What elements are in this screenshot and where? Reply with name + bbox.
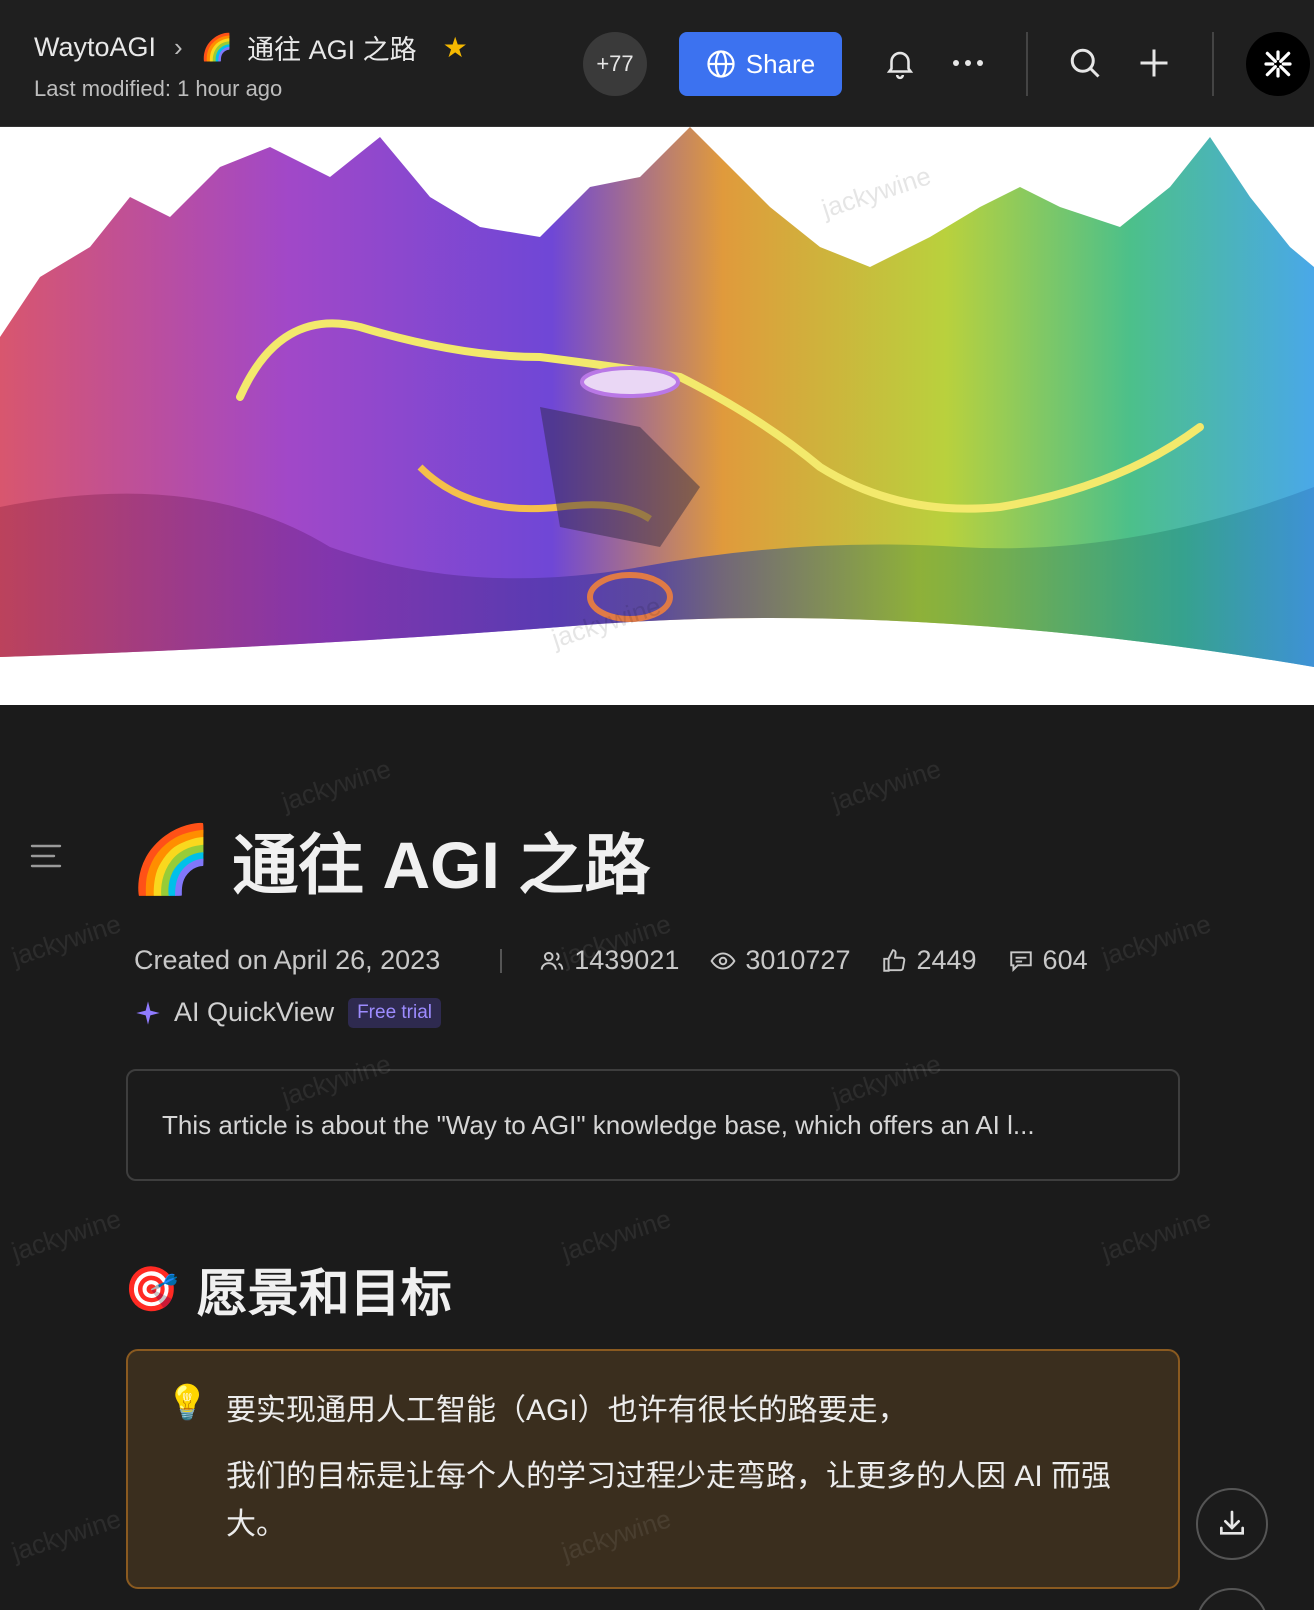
section-heading: 🎯 愿景和目标 xyxy=(124,1252,452,1326)
cover-image: jackywine jackywine xyxy=(0,127,1314,705)
more-icon[interactable] xyxy=(943,38,993,88)
breadcrumb: WaytoAGI › 🌈 通往 AGI 之路 ★ xyxy=(34,28,468,67)
callout-line: 我们的目标是让每个人的学习过程少走弯路，让更多的人因 AI 而强大。 xyxy=(226,1460,1112,1541)
breadcrumb-workspace[interactable]: WaytoAGI xyxy=(34,32,156,63)
views-count: 3010727 xyxy=(745,945,851,975)
free-trial-badge: Free trial xyxy=(348,997,442,1028)
collaborators-stat[interactable]: 1439021 xyxy=(538,945,679,976)
collaborators-count-value: 1439021 xyxy=(574,945,680,975)
floating-button[interactable] xyxy=(1196,1588,1268,1610)
ai-quickview[interactable]: AI QuickView Free trial xyxy=(134,997,442,1028)
eye-icon xyxy=(710,951,736,970)
search-icon[interactable] xyxy=(1060,38,1110,88)
quickview-label: AI QuickView xyxy=(174,997,335,1027)
collaborators-count[interactable]: +77 xyxy=(583,32,647,96)
chevron-right-icon: › xyxy=(174,32,183,62)
download-icon xyxy=(1220,1510,1244,1535)
share-button[interactable]: Share xyxy=(679,32,842,96)
globe-icon xyxy=(707,50,735,78)
callout-line: 要实现通用人工智能（AGI）也许有很长的路要走， xyxy=(226,1394,908,1427)
meta-divider xyxy=(500,948,503,973)
target-icon: 🎯 xyxy=(124,1265,179,1314)
app-logo-icon[interactable] xyxy=(1246,32,1310,96)
watermark: jackywine xyxy=(7,1503,125,1567)
sparkle-icon xyxy=(136,1000,160,1025)
lightbulb-icon: 💡 xyxy=(166,1384,209,1422)
page-title: 🌈 通往 AGI 之路 xyxy=(130,812,650,908)
rainbow-icon: 🌈 xyxy=(200,32,234,62)
comments-stat[interactable]: 604 xyxy=(1007,945,1088,976)
watermark: jackywine xyxy=(7,1203,125,1267)
bell-icon[interactable] xyxy=(875,38,925,88)
watermark: jackywine xyxy=(277,753,395,817)
share-label: Share xyxy=(745,48,816,79)
comment-icon xyxy=(1009,950,1032,972)
ai-summary-text: This article is about the "Way to AGI" k… xyxy=(162,1109,1035,1140)
plus-icon[interactable] xyxy=(1129,38,1179,88)
comments-count: 604 xyxy=(1042,945,1088,975)
document-meta: Created on April 26, 2023 1439021 301072… xyxy=(134,945,1118,976)
top-bar: WaytoAGI › 🌈 通往 AGI 之路 ★ Last modified: … xyxy=(0,0,1314,127)
star-icon[interactable]: ★ xyxy=(443,31,468,64)
callout-text: 要实现通用人工智能（AGI）也许有很长的路要走， 我们的目标是让每个人的学习过程… xyxy=(226,1387,1146,1567)
watermark: jackywine xyxy=(1097,1203,1215,1267)
page-title-text: 通往 AGI 之路 xyxy=(232,828,651,902)
likes-count: 2449 xyxy=(916,945,977,975)
outline-toggle-icon[interactable] xyxy=(30,842,62,870)
section-heading-text: 愿景和目标 xyxy=(196,1265,452,1322)
watermark: jackywine xyxy=(7,908,125,972)
watermark: jackywine xyxy=(557,1203,675,1267)
views-stat[interactable]: 3010727 xyxy=(709,945,850,976)
watermark: jackywine xyxy=(827,753,945,817)
download-button[interactable] xyxy=(1196,1488,1268,1560)
toolbar-divider xyxy=(1026,32,1028,96)
users-icon xyxy=(540,951,564,970)
created-date: Created on April 26, 2023 xyxy=(134,945,441,975)
breadcrumb-page[interactable]: 通往 AGI 之路 xyxy=(247,28,417,67)
thumbs-up-icon xyxy=(883,948,906,972)
rainbow-icon: 🌈 xyxy=(130,822,213,896)
callout-block: 💡 要实现通用人工智能（AGI）也许有很长的路要走， 我们的目标是让每个人的学习… xyxy=(126,1349,1180,1589)
likes-stat[interactable]: 2449 xyxy=(880,945,977,976)
toolbar-divider xyxy=(1212,32,1214,96)
last-modified: Last modified: 1 hour ago xyxy=(34,76,283,101)
ai-summary-box[interactable]: This article is about the "Way to AGI" k… xyxy=(126,1069,1180,1181)
